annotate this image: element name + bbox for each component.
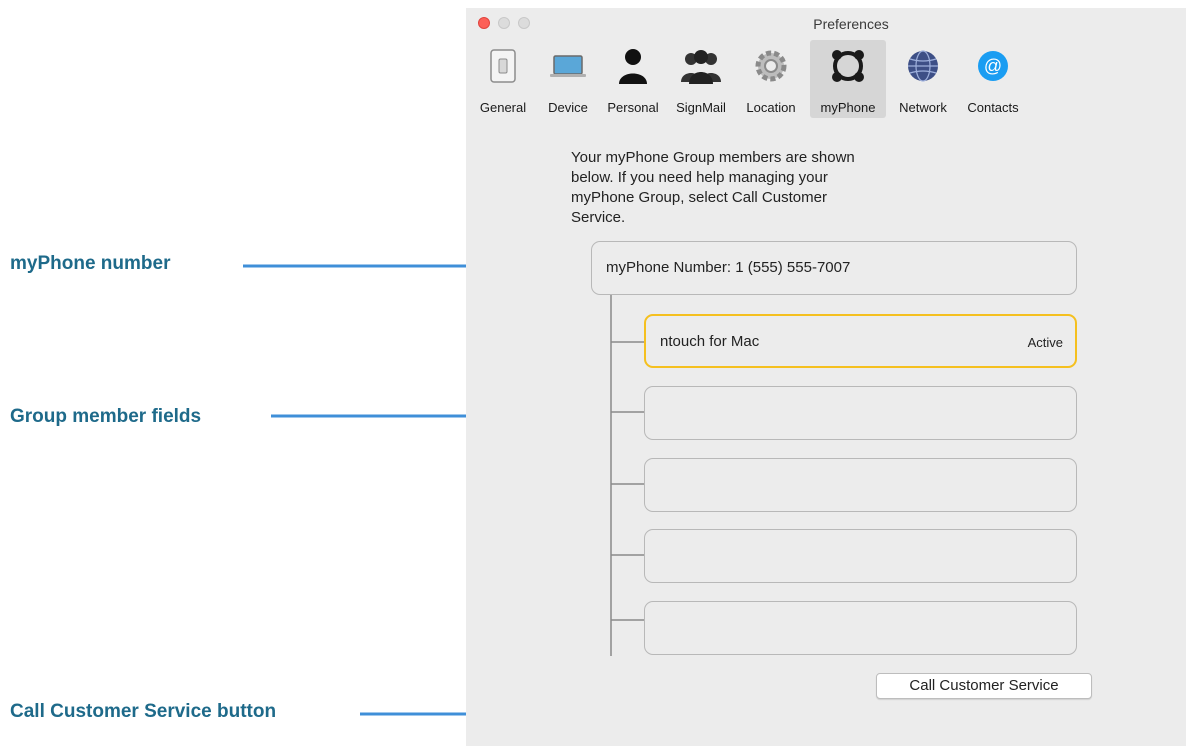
call-customer-service-button[interactable]: Call Customer Service (876, 673, 1092, 699)
myphone-icon (832, 50, 864, 82)
title-bar: Preferences (466, 8, 1186, 36)
preferences-window: Preferences General Device Personal Sign… (466, 8, 1186, 746)
member-name: ntouch for Mac (660, 333, 760, 350)
tab-label: Contacts (967, 100, 1019, 115)
network-icon (908, 50, 938, 82)
member-status: Active (1027, 335, 1063, 350)
tab-signmail[interactable]: SignMail (668, 40, 734, 118)
tab-label: Location (746, 100, 796, 115)
personal-icon (619, 49, 647, 84)
tab-contacts[interactable]: @ Contacts (958, 40, 1028, 118)
group-member-field[interactable] (644, 458, 1077, 512)
tab-label: General (479, 100, 527, 115)
tab-label: myPhone (820, 100, 876, 115)
general-icon (490, 49, 516, 83)
tab-device[interactable]: Device (538, 40, 598, 118)
tab-label: SignMail (676, 100, 726, 115)
tab-personal[interactable]: Personal (600, 40, 666, 118)
callout-group-member-fields: Group member fields (10, 406, 202, 427)
group-member-field[interactable] (644, 386, 1077, 440)
myphone-number-text: myPhone Number: 1 (555) 555-7007 (606, 259, 851, 276)
tab-label: Device (548, 100, 588, 115)
myphone-number-field: myPhone Number: 1 (555) 555-7007 (591, 241, 1077, 295)
window-title: Preferences (813, 16, 889, 32)
device-icon (550, 55, 586, 77)
callout-call-customer-service-button: Call Customer Service button (10, 701, 277, 722)
location-icon (755, 50, 787, 82)
signmail-icon (681, 50, 721, 84)
callout-myphone-number: myPhone number (10, 253, 171, 274)
tab-general[interactable]: General (470, 40, 536, 118)
intro-text: Your myPhone Group members are shown bel… (571, 149, 855, 226)
group-member-field[interactable] (644, 529, 1077, 583)
svg-text:@: @ (984, 56, 1002, 76)
group-member-field[interactable] (644, 601, 1077, 655)
tab-location[interactable]: Location (736, 40, 806, 118)
tab-myphone[interactable]: myPhone (810, 40, 886, 118)
tab-label: Personal (607, 100, 659, 115)
group-member-field[interactable]: ntouch for Mac Active (644, 314, 1077, 368)
tab-label: Network (899, 100, 947, 115)
contacts-icon: @ (978, 51, 1008, 81)
tab-network[interactable]: Network (890, 40, 956, 118)
